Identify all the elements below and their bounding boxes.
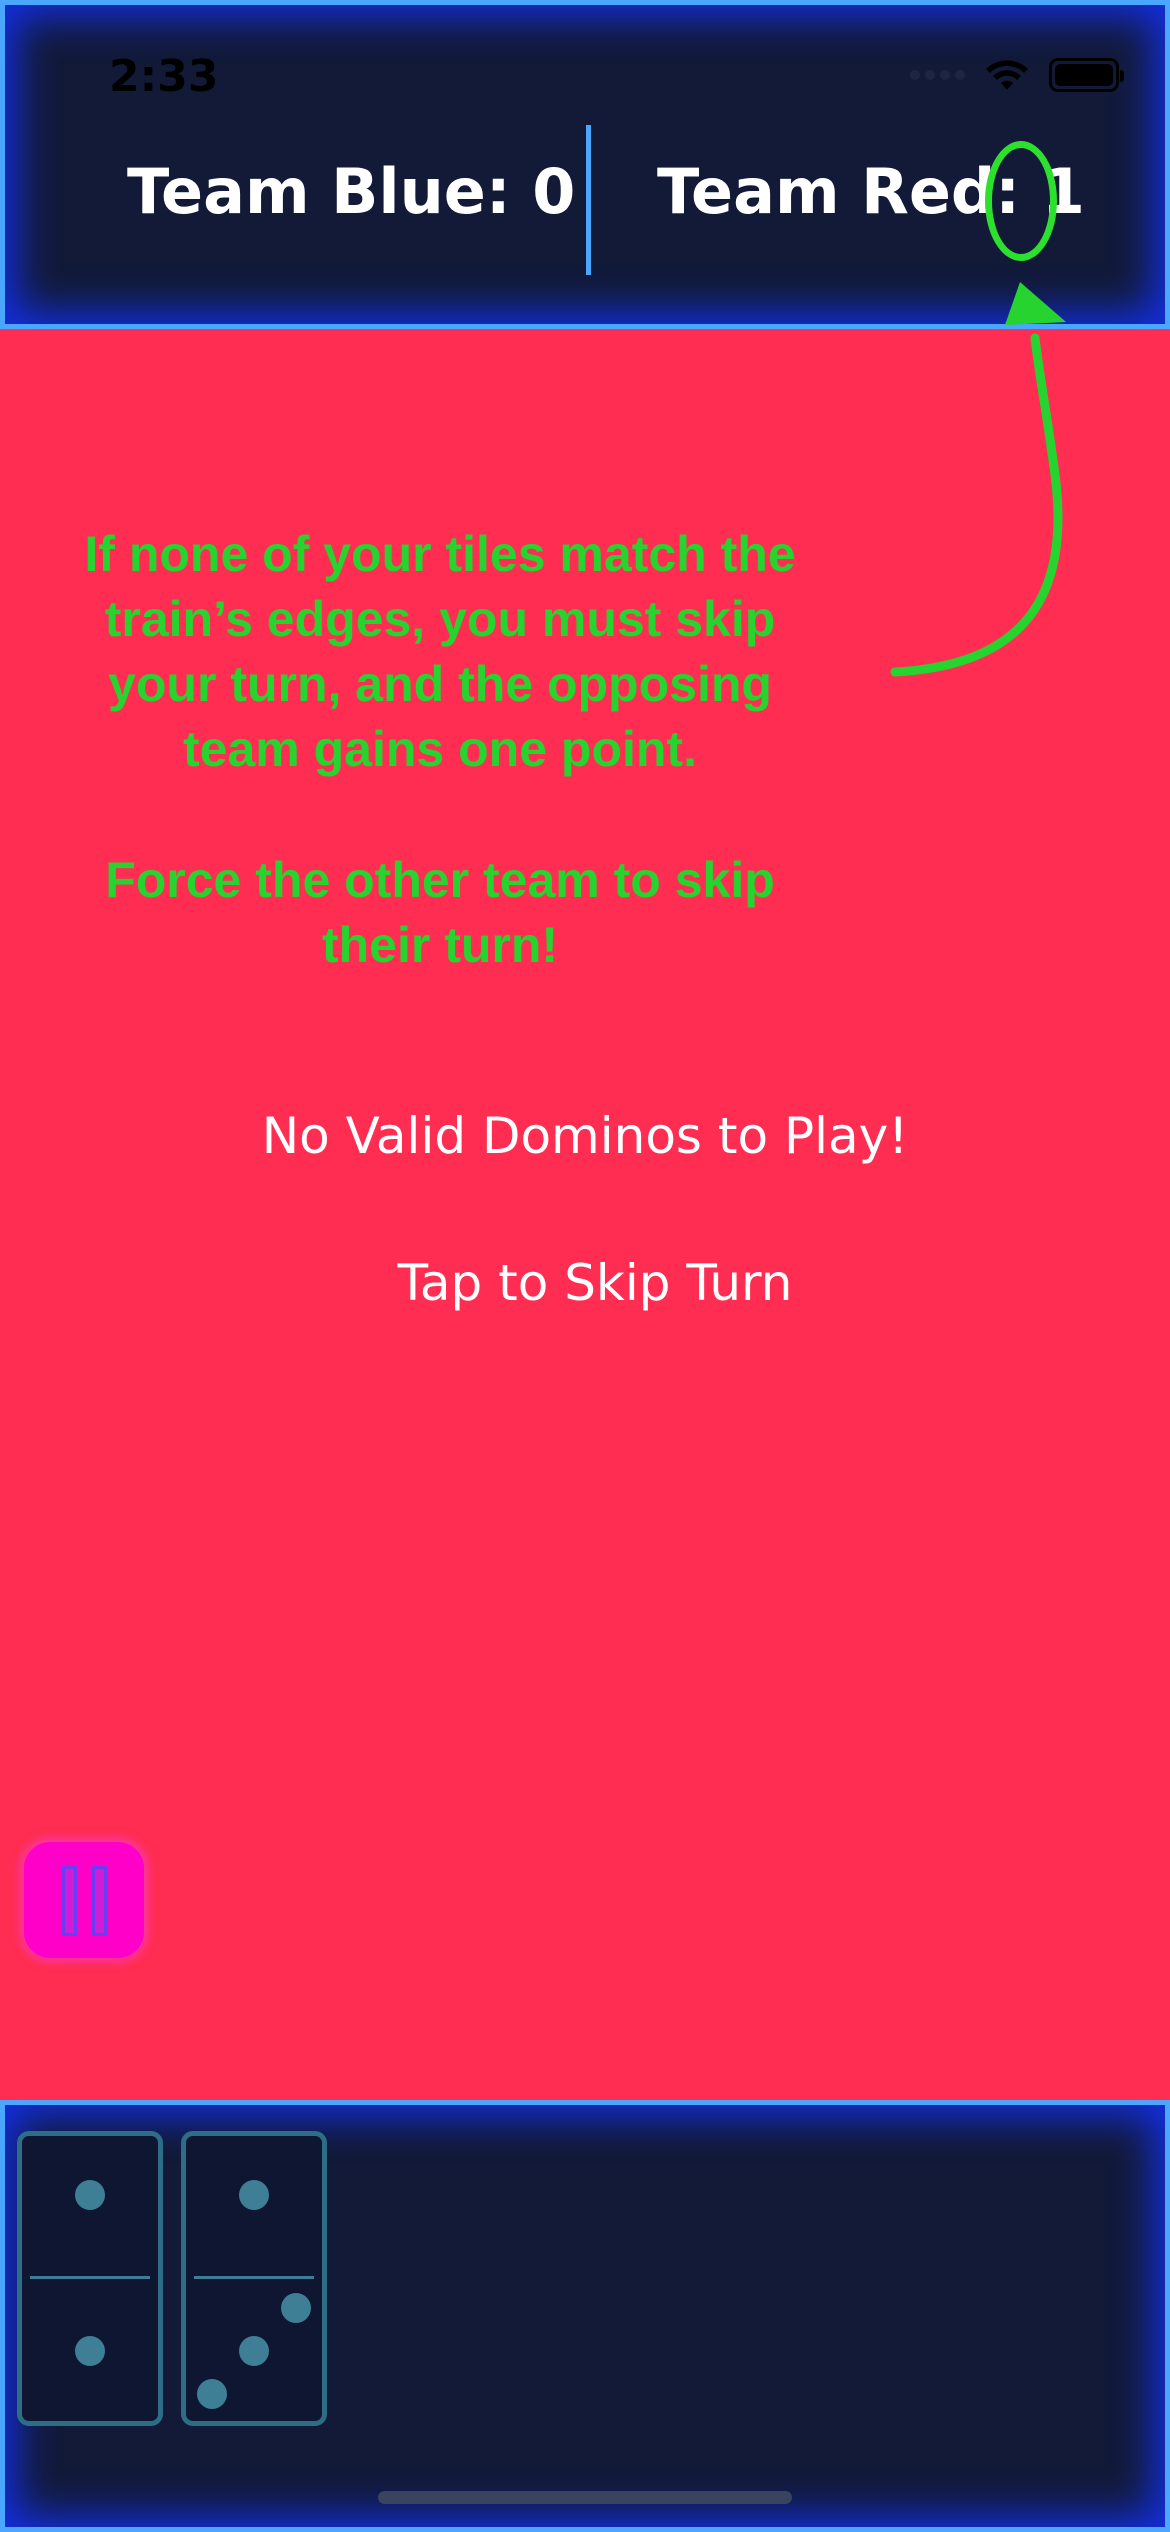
skip-turn-explanation: If none of your tiles match the train’s … (40, 522, 840, 782)
player-hand-tray (0, 2100, 1170, 2532)
pip-icon (281, 2293, 311, 2323)
pip-icon (239, 2180, 269, 2210)
score-divider (586, 125, 591, 275)
no-valid-dominos-message: No Valid Dominos to Play! (261, 1107, 909, 1165)
game-screen[interactable]: 2:33 Team Blue: 0 Team Red: 1 If none of… (0, 0, 1170, 2532)
pause-icon (92, 1866, 107, 1936)
status-icons (910, 57, 1124, 93)
skip-turn-button[interactable]: Tap to Skip Turn (10, 1254, 1170, 1312)
domino-divider (30, 2276, 150, 2279)
domino-tile[interactable] (17, 2131, 163, 2426)
tip-line: Force the other team to skip (105, 852, 775, 908)
pip-icon (75, 2180, 105, 2210)
tip-line: team gains one point. (183, 721, 697, 777)
battery-icon (1049, 58, 1124, 92)
annotation-arrow-icon (890, 282, 1066, 677)
pause-icon (62, 1866, 77, 1936)
pause-button[interactable] (24, 1842, 144, 1958)
tip-line: their turn! (321, 917, 559, 973)
tip-line: your turn, and the opposing (108, 656, 772, 712)
domino-tile[interactable] (181, 2131, 327, 2426)
home-indicator[interactable] (378, 2491, 792, 2504)
score-highlight-circle (985, 141, 1057, 261)
cellular-signal-icon (910, 70, 965, 80)
team-red-label: Team Red: (657, 155, 1021, 228)
domino-divider (194, 2276, 314, 2279)
wifi-icon (986, 60, 1028, 90)
strategy-tip: Force the other team to skip their turn! (40, 848, 840, 978)
pip-icon (197, 2379, 227, 2409)
pip-icon (75, 2336, 105, 2366)
status-time: 2:33 (109, 51, 219, 102)
tip-line: If none of your tiles match the (84, 526, 796, 582)
tip-line: train’s edges, you must skip (104, 591, 776, 647)
pip-icon (239, 2336, 269, 2366)
team-blue-score: Team Blue: 0 (127, 155, 576, 228)
